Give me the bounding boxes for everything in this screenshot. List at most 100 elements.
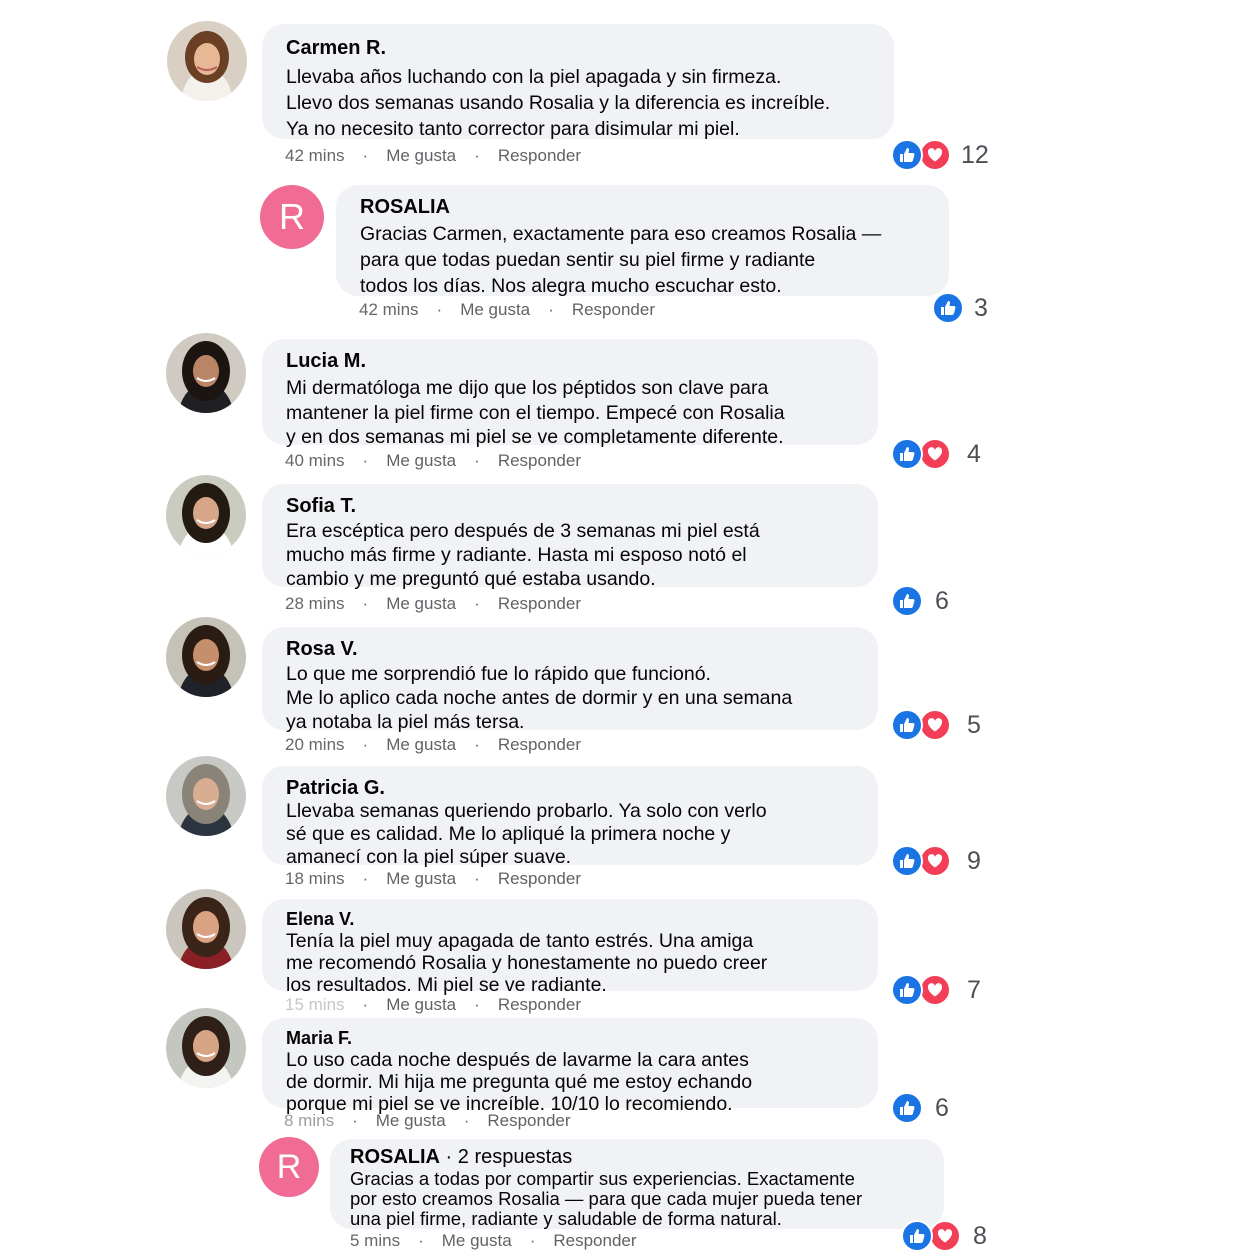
- reaction-summary[interactable]: 8: [901, 1220, 987, 1252]
- reaction-count: 3: [974, 293, 988, 322]
- reaction-summary[interactable]: 4: [891, 438, 981, 470]
- comment-text: Mi dermatóloga me dijo que los péptidos …: [286, 377, 785, 448]
- reply-link[interactable]: Responder: [572, 300, 655, 320]
- reply-link[interactable]: Responder: [498, 451, 581, 471]
- comment-author[interactable]: Rosa V.: [286, 637, 854, 661]
- reaction-count: 8: [973, 1221, 987, 1250]
- heart-icon: [919, 845, 951, 877]
- thumbs-up-icon: [901, 1220, 933, 1252]
- comment-meta: 8 mins · Me gusta · Responder: [284, 1111, 571, 1131]
- replies-count[interactable]: · 2 respuestas: [440, 1146, 573, 1168]
- comment-meta: 5 mins · Me gusta · Responder: [350, 1231, 637, 1251]
- comment-author[interactable]: Lucia M.: [286, 349, 854, 373]
- reaction-summary[interactable]: 12: [891, 139, 989, 171]
- reply-link[interactable]: Responder: [498, 735, 581, 755]
- comment-author[interactable]: ROSALIA · 2 respuestas: [350, 1145, 920, 1169]
- reaction-summary[interactable]: 6: [891, 1092, 949, 1124]
- like-link[interactable]: Me gusta: [442, 1231, 512, 1251]
- reaction-summary[interactable]: 6: [891, 585, 949, 617]
- avatar[interactable]: [166, 475, 246, 555]
- comment-author[interactable]: Maria F.: [286, 1026, 854, 1050]
- comment-time[interactable]: 15 mins: [285, 995, 345, 1015]
- thumbs-up-icon: [891, 1092, 923, 1124]
- avatar[interactable]: [166, 1008, 246, 1088]
- avatar[interactable]: [166, 756, 246, 836]
- comment-bubble: Rosa V. Lo que me sorprendió fue lo rápi…: [262, 627, 878, 733]
- reply-link[interactable]: Responder: [498, 146, 581, 166]
- comment-author[interactable]: Sofia T.: [286, 494, 854, 518]
- reply-link[interactable]: Responder: [498, 869, 581, 889]
- reaction-summary[interactable]: 5: [891, 709, 981, 741]
- thumbs-up-icon: [891, 709, 923, 741]
- thumbs-up-icon: [891, 974, 923, 1006]
- comment-text: Era escéptica pero después de 3 semanas …: [286, 520, 760, 590]
- thumbs-up-icon: [891, 845, 923, 877]
- reaction-count: 7: [967, 975, 981, 1004]
- comment-text: Gracias a todas por compartir sus experi…: [350, 1168, 863, 1229]
- reply-link[interactable]: Responder: [487, 1111, 570, 1131]
- heart-icon: [919, 974, 951, 1006]
- brand-avatar[interactable]: R: [260, 185, 324, 249]
- reaction-summary[interactable]: 7: [891, 974, 981, 1006]
- comment-meta: 28 mins · Me gusta · Responder: [285, 594, 581, 614]
- heart-icon: [919, 139, 951, 171]
- reaction-count: 6: [935, 1093, 949, 1122]
- comment-text: Llevaba semanas queriendo probarlo. Ya s…: [286, 800, 767, 868]
- like-link[interactable]: Me gusta: [386, 995, 456, 1015]
- heart-icon: [929, 1220, 961, 1252]
- reaction-count: 4: [967, 439, 981, 468]
- avatar[interactable]: [167, 21, 247, 101]
- comment-meta: 42 mins · Me gusta · Responder: [359, 300, 655, 320]
- comment-text: Tenía la piel muy apagada de tanto estré…: [286, 930, 768, 996]
- comment-bubble: Maria F. Lo uso cada noche después de la…: [262, 1018, 878, 1115]
- comment-time[interactable]: 42 mins: [359, 300, 419, 320]
- comment-author[interactable]: Carmen R.: [286, 36, 870, 60]
- like-link[interactable]: Me gusta: [460, 300, 530, 320]
- reaction-count: 12: [961, 140, 989, 169]
- comment-time[interactable]: 18 mins: [285, 869, 345, 889]
- comment-time[interactable]: 5 mins: [350, 1231, 400, 1251]
- like-link[interactable]: Me gusta: [386, 451, 456, 471]
- reaction-count: 9: [967, 846, 981, 875]
- comment-meta: 42 mins · Me gusta · Responder: [285, 146, 581, 166]
- thumbs-up-icon: [891, 438, 923, 470]
- like-link[interactable]: Me gusta: [386, 869, 456, 889]
- comment-author[interactable]: Elena V.: [286, 907, 854, 931]
- comment-meta: 20 mins · Me gusta · Responder: [285, 735, 581, 755]
- reply-link[interactable]: Responder: [553, 1231, 636, 1251]
- comment-bubble: Lucia M. Mi dermatóloga me dijo que los …: [262, 339, 878, 448]
- heart-icon: [919, 709, 951, 741]
- avatar[interactable]: [166, 889, 246, 969]
- comment-bubble: Patricia G. Llevaba semanas queriendo pr…: [262, 766, 878, 868]
- comment-bubble: ROSALIA · 2 respuestas Gracias a todas p…: [330, 1139, 944, 1229]
- brand-avatar[interactable]: R: [259, 1137, 319, 1197]
- reaction-count: 6: [935, 586, 949, 615]
- comment-text: Lo que me sorprendió fue lo rápido que f…: [286, 663, 793, 733]
- comment-time[interactable]: 40 mins: [285, 451, 345, 471]
- comment-text: Gracias Carmen, exactamente para eso cre…: [360, 223, 882, 297]
- reaction-summary[interactable]: 3: [932, 292, 988, 324]
- like-link[interactable]: Me gusta: [386, 146, 456, 166]
- heart-icon: [919, 438, 951, 470]
- comment-time[interactable]: 20 mins: [285, 735, 345, 755]
- avatar[interactable]: [166, 617, 246, 697]
- like-link[interactable]: Me gusta: [386, 735, 456, 755]
- comment-bubble: ROSALIA Gracias Carmen, exactamente para…: [336, 185, 949, 297]
- like-link[interactable]: Me gusta: [386, 594, 456, 614]
- comment-meta: 15 mins · Me gusta · Responder: [285, 995, 581, 1015]
- reply-link[interactable]: Responder: [498, 995, 581, 1015]
- avatar[interactable]: [166, 333, 246, 413]
- comment-time[interactable]: 28 mins: [285, 594, 345, 614]
- like-link[interactable]: Me gusta: [376, 1111, 446, 1131]
- reaction-count: 5: [967, 710, 981, 739]
- comment-time[interactable]: 42 mins: [285, 146, 345, 166]
- reply-link[interactable]: Responder: [498, 594, 581, 614]
- comment-bubble: Carmen R. Llevaba años luchando con la p…: [262, 24, 894, 140]
- comment-bubble: Sofia T. Era escéptica pero después de 3…: [262, 484, 878, 590]
- comment-author[interactable]: ROSALIA: [360, 195, 925, 219]
- comment-time[interactable]: 8 mins: [284, 1111, 334, 1131]
- thumbs-up-icon: [891, 139, 923, 171]
- reaction-summary[interactable]: 9: [891, 845, 981, 877]
- author-name[interactable]: ROSALIA: [350, 1146, 440, 1168]
- comment-author[interactable]: Patricia G.: [286, 776, 854, 800]
